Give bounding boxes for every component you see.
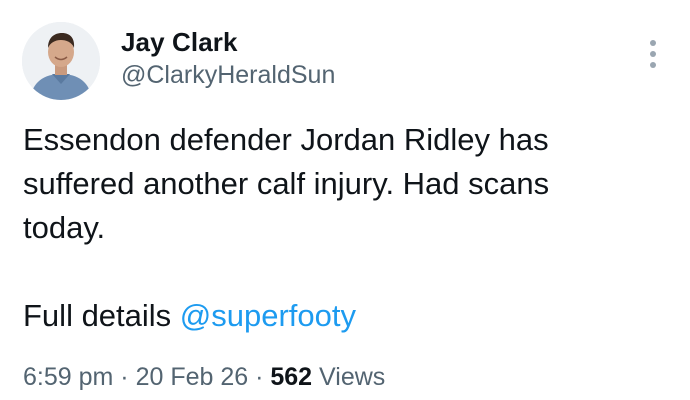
tweet-line: Essendon defender Jordan Ridley has [23,122,549,157]
meta-separator: · [248,363,271,391]
views-label: Views [312,363,386,391]
views-count: 562 [270,363,313,391]
mention-link[interactable]: @superfooty [180,298,356,333]
tweet-date[interactable]: 20 Feb 26 [136,363,249,391]
tweet-text: Essendon defender Jordan Ridley has suff… [23,118,663,338]
tweet-line: today. [23,210,106,245]
tweet-time[interactable]: 6:59 pm [23,363,113,391]
more-dot-icon [650,40,656,46]
tweet-details-line: Full details @superfooty [23,294,663,338]
details-prefix: Full details [23,298,180,333]
tweet-meta: 6:59 pm · 20 Feb 26 · 562 Views [23,363,385,392]
avatar[interactable] [22,22,100,100]
author-name[interactable]: Jay Clark [121,27,238,58]
author-handle[interactable]: @ClarkyHeraldSun [121,61,335,90]
tweet-line: suffered another calf injury. Had scans [23,166,550,201]
more-dot-icon [650,62,656,68]
profile-photo-icon [22,22,100,100]
more-options-button[interactable] [638,32,668,76]
meta-separator: · [113,363,136,391]
more-dot-icon [650,51,656,57]
